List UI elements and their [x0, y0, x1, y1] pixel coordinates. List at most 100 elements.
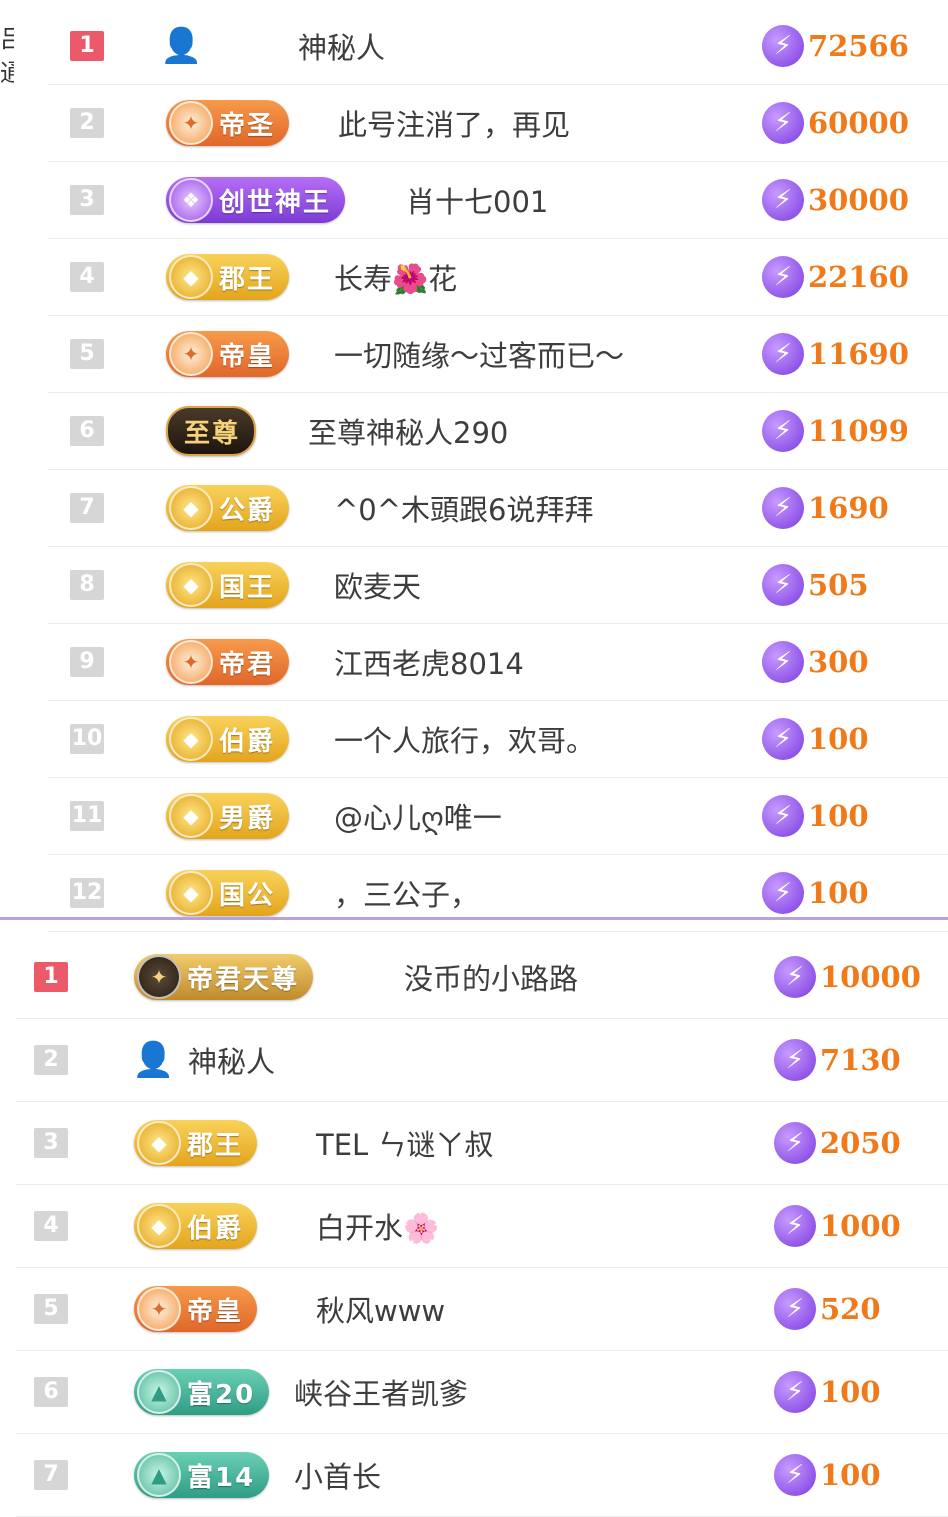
rank-number: 3	[34, 1128, 68, 1158]
level-badge: ◆ 公爵	[166, 485, 290, 531]
score: ⚡ 1000	[774, 1205, 901, 1247]
rank-number: 12	[70, 878, 104, 908]
rank-number: 6	[70, 416, 104, 446]
top-ranking-list: 1 👤 神秘人 ⚡ 72566 2 ✦ 帝圣 此号注消了，再见 ⚡ 60000 3 ❖ 创世神王 肖十七00…	[0, 8, 948, 932]
level-badge: ▲ 富14	[134, 1452, 270, 1498]
list-divider	[0, 917, 948, 920]
user-name[interactable]: 至尊神秘人290	[308, 410, 508, 452]
user-name[interactable]: 秋风www	[316, 1288, 445, 1330]
score: ⚡ 100	[774, 1371, 881, 1413]
ranking-row[interactable]: 7 ◆ 公爵 ^0^木頭跟6说拜拜 ⚡ 1690	[48, 470, 948, 547]
score-value: 2050	[820, 1126, 901, 1160]
badge-emblem-icon: ◆	[169, 255, 213, 299]
badge-label: 帝皇	[187, 1296, 244, 1327]
score: ⚡ 10000	[774, 956, 921, 998]
level-badge: ◆ 国王	[166, 562, 290, 608]
bolt-icon: ⚡	[762, 256, 804, 298]
bolt-icon: ⚡	[762, 718, 804, 760]
user-name[interactable]: 没币的小路路	[404, 956, 578, 998]
score: ⚡ 505	[762, 564, 869, 606]
user-name[interactable]: ^0^木頭跟6说拜拜	[334, 487, 594, 529]
rank-number: 1	[70, 31, 104, 61]
user-name[interactable]: 欧麦天	[334, 564, 421, 606]
user-name[interactable]: TEL ㄣ谜ㄚ叔	[316, 1122, 493, 1164]
ranking-row[interactable]: 7 ▲ 富14 小首长 ⚡ 100	[16, 1434, 948, 1517]
mystery-user-icon: 👤	[132, 1040, 175, 1080]
badge-emblem-icon: ✦	[169, 640, 213, 684]
badge-emblem-icon: ◆	[169, 486, 213, 530]
score: ⚡ 1690	[762, 487, 889, 529]
ranking-row[interactable]: 11 ◆ 男爵 @心儿ღ唯一 ⚡ 100	[48, 778, 948, 855]
ranking-row[interactable]: 1 ✦ 帝君天尊 没币的小路路 ⚡ 10000	[16, 936, 948, 1019]
ranking-row[interactable]: 4 ◆ 郡王 长寿🌺花 ⚡ 22160	[48, 239, 948, 316]
user-name[interactable]: 一切随缘～过客而已～	[334, 333, 624, 375]
rank-number: 4	[70, 262, 104, 292]
user-name[interactable]: 长寿🌺花	[334, 256, 457, 298]
badge-emblem-icon: ✦	[137, 1287, 181, 1331]
user-name[interactable]: 小首长	[294, 1454, 381, 1496]
rank-number: 7	[34, 1460, 68, 1490]
score: ⚡ 11690	[762, 333, 909, 375]
user-name[interactable]: 此号注消了，再见	[338, 102, 570, 144]
score-value: 100	[820, 1458, 881, 1492]
bolt-icon: ⚡	[774, 1288, 816, 1330]
ranking-row[interactable]: 4 ◆ 伯爵 白开水🌸 ⚡ 1000	[16, 1185, 948, 1268]
level-badge: ✦ 帝皇	[166, 331, 290, 377]
rank-number: 4	[34, 1211, 68, 1241]
user-name[interactable]: ，三公子，	[334, 872, 479, 914]
score-value: 1000	[820, 1209, 901, 1243]
ranking-row[interactable]: 6 至尊 至尊神秘人290 ⚡ 11099	[48, 393, 948, 470]
ranking-row[interactable]: 12 ◆ 国公 ，三公子， ⚡ 100	[48, 855, 948, 932]
score: ⚡ 2050	[774, 1122, 901, 1164]
ranking-row[interactable]: 6 ▲ 富20 峡谷王者凯爹 ⚡ 100	[16, 1351, 948, 1434]
ranking-row[interactable]: 10 ◆ 伯爵 一个人旅行，欢哥。 ⚡ 100	[48, 701, 948, 778]
rank-number: 7	[70, 493, 104, 523]
score-value: 11099	[808, 414, 909, 448]
score: ⚡ 60000	[762, 102, 909, 144]
ranking-row[interactable]: 8 ◆ 国王 欧麦天 ⚡ 505	[48, 547, 948, 624]
badge-emblem-icon: ❖	[169, 178, 213, 222]
badge-label: 至尊	[184, 418, 241, 449]
badge-label: 公爵	[219, 495, 276, 526]
user-name[interactable]: 神秘人	[188, 1039, 275, 1081]
bolt-icon: ⚡	[774, 956, 816, 998]
ranking-row[interactable]: 2 👤 神秘人 ⚡ 7130	[16, 1019, 948, 1102]
ranking-row[interactable]: 5 ✦ 帝皇 秋风www ⚡ 520	[16, 1268, 948, 1351]
badge-emblem-icon: ▲	[137, 1453, 181, 1497]
bolt-icon: ⚡	[762, 641, 804, 683]
ranking-row[interactable]: 1 👤 神秘人 ⚡ 72566	[48, 8, 948, 85]
score: ⚡ 30000	[762, 179, 909, 221]
badge-label: 帝君天尊	[187, 964, 300, 995]
ranking-row[interactable]: 9 ✦ 帝君 江西老虎8014 ⚡ 300	[48, 624, 948, 701]
badge-label: 男爵	[219, 803, 276, 834]
user-name[interactable]: 白开水🌸	[316, 1205, 439, 1247]
rank-number: 1	[34, 962, 68, 992]
badge-emblem-icon: ◆	[169, 794, 213, 838]
user-name[interactable]: @心儿ღ唯一	[334, 795, 502, 837]
user-name[interactable]: 峡谷王者凯爹	[294, 1371, 468, 1413]
bolt-icon: ⚡	[762, 564, 804, 606]
bolt-icon: ⚡	[762, 179, 804, 221]
ranking-row[interactable]: 5 ✦ 帝皇 一切随缘～过客而已～ ⚡ 11690	[48, 316, 948, 393]
ranking-row[interactable]: 3 ◆ 郡王 TEL ㄣ谜ㄚ叔 ⚡ 2050	[16, 1102, 948, 1185]
badge-emblem-icon: ◆	[169, 871, 213, 915]
badge-label: 帝圣	[219, 110, 276, 141]
score-value: 60000	[808, 106, 909, 140]
badge-emblem-icon: ▲	[137, 1370, 181, 1414]
score: ⚡ 7130	[774, 1039, 901, 1081]
score-value: 100	[820, 1375, 881, 1409]
score-value: 100	[808, 722, 869, 756]
user-name[interactable]: 肖十七001	[406, 179, 548, 221]
ranking-row[interactable]: 3 ❖ 创世神王 肖十七001 ⚡ 30000	[48, 162, 948, 239]
rank-number: 8	[70, 570, 104, 600]
badge-emblem-icon: ✦	[137, 955, 181, 999]
bolt-icon: ⚡	[762, 410, 804, 452]
user-name[interactable]: 一个人旅行，欢哥。	[334, 718, 595, 760]
user-name[interactable]: 神秘人	[298, 25, 385, 67]
score-value: 100	[808, 876, 869, 910]
user-name[interactable]: 江西老虎8014	[334, 641, 524, 683]
score: ⚡ 520	[774, 1288, 881, 1330]
bolt-icon: ⚡	[762, 872, 804, 914]
ranking-row[interactable]: 2 ✦ 帝圣 此号注消了，再见 ⚡ 60000	[48, 85, 948, 162]
rank-number: 2	[34, 1045, 68, 1075]
